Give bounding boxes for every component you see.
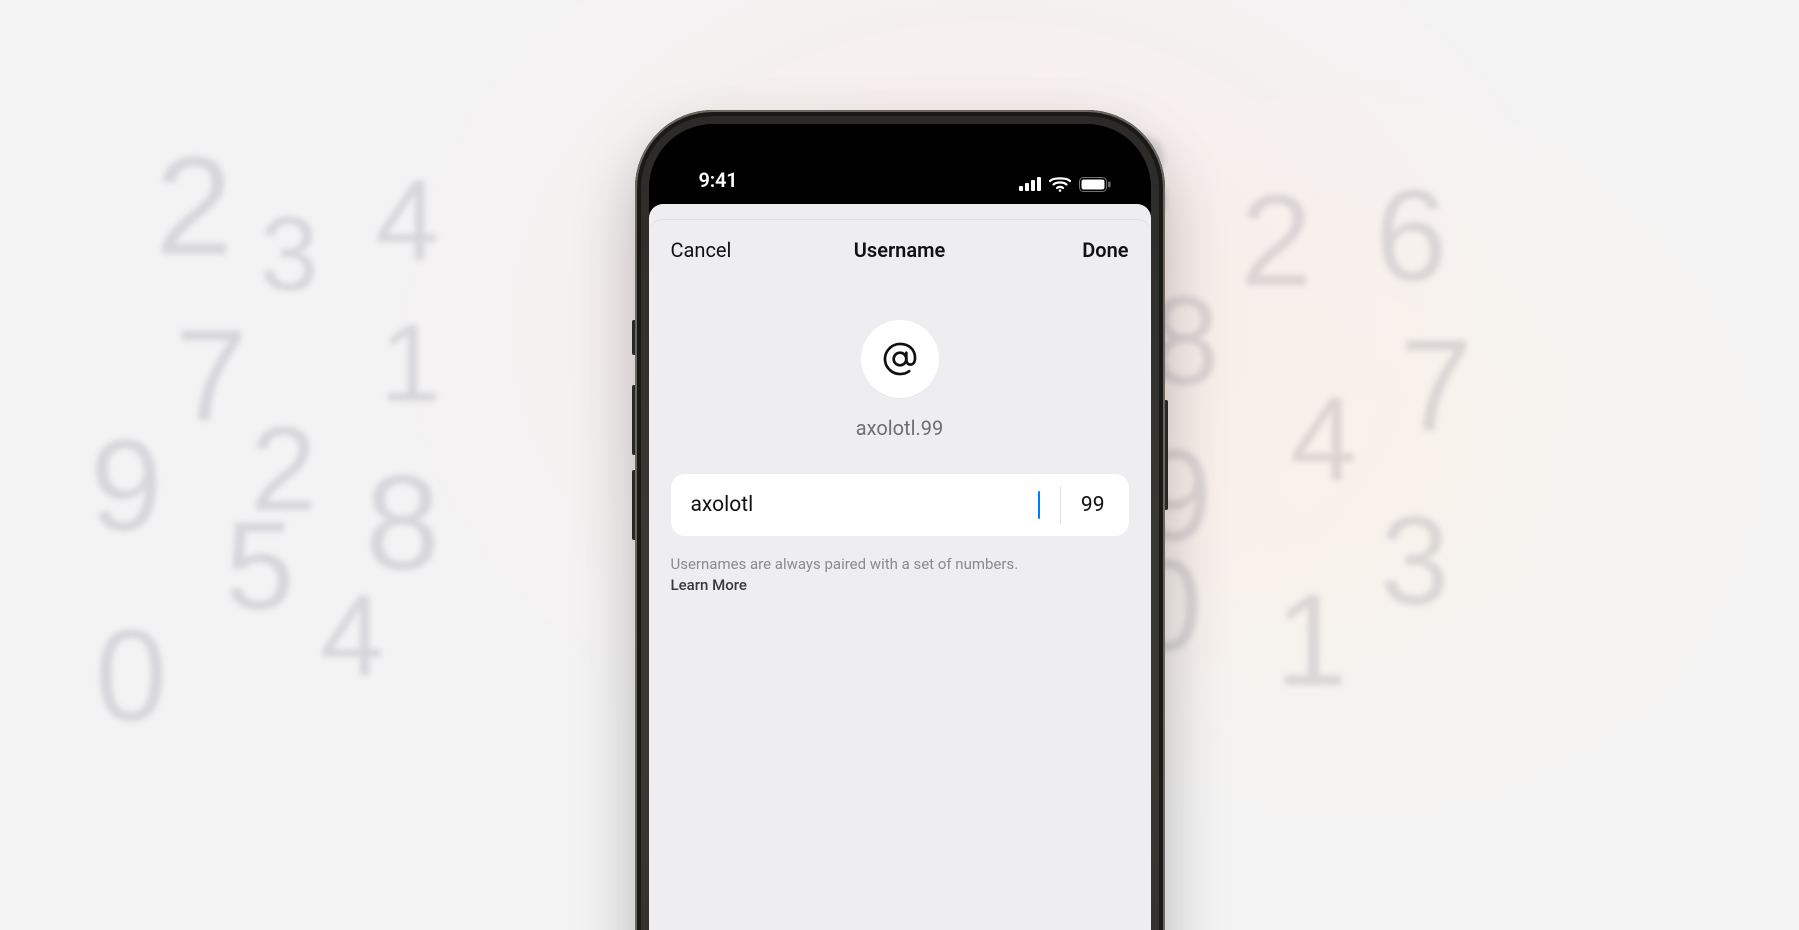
text-cursor	[1038, 491, 1040, 519]
bg-number: 9	[90, 410, 162, 560]
learn-more-link[interactable]: Learn More	[671, 576, 747, 594]
bg-number: 6	[1375, 160, 1447, 310]
bg-number: 4	[1290, 370, 1357, 508]
bg-number: 4	[375, 155, 439, 287]
bg-number: 5	[225, 495, 295, 638]
username-input[interactable]: axolotl	[691, 493, 1039, 517]
bg-number: 2	[250, 400, 317, 538]
bg-number: 1	[380, 300, 441, 427]
bg-number: 4	[320, 570, 384, 702]
bg-number: 3	[1380, 490, 1450, 633]
bg-number: 2	[1240, 165, 1312, 315]
dynamic-island	[825, 142, 975, 184]
hint-text: Usernames are always paired with a set o…	[671, 554, 1129, 596]
phone-mockup: 9:41	[635, 110, 1165, 930]
at-sign-icon	[861, 320, 939, 398]
hint-body: Usernames are always paired with a set o…	[671, 555, 1019, 573]
bg-number: 7	[175, 300, 247, 450]
username-suffix: 99	[1061, 474, 1129, 536]
done-button[interactable]: Done	[1049, 238, 1129, 262]
bg-number: 2	[155, 125, 233, 287]
sheet-title: Username	[854, 238, 945, 262]
battery-icon	[1079, 177, 1111, 192]
username-sheet: Cancel Username Done axolotl.99	[649, 220, 1151, 930]
wifi-icon	[1049, 176, 1071, 192]
bg-number: 1	[1275, 565, 1347, 715]
username-preview: axolotl.99	[671, 416, 1129, 440]
bg-number: 0	[95, 600, 167, 750]
cancel-button[interactable]: Cancel	[671, 238, 751, 262]
bg-number: 7	[1400, 310, 1472, 460]
username-field: axolotl 99	[671, 474, 1129, 536]
bg-number: 8	[365, 445, 440, 600]
status-time: 9:41	[699, 168, 738, 192]
cellular-icon	[1019, 177, 1041, 191]
bg-number: 3	[260, 195, 318, 315]
sheet-nav: Cancel Username Done	[649, 220, 1151, 280]
